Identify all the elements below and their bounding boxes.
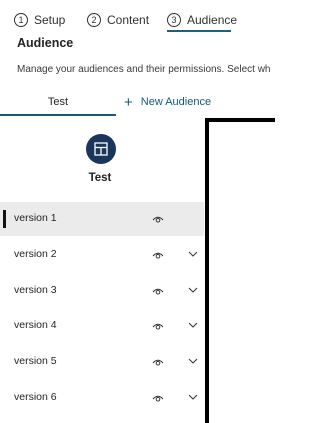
eye-icon[interactable] bbox=[152, 285, 164, 297]
version-label: version 2 bbox=[14, 248, 57, 260]
eye-icon[interactable] bbox=[152, 249, 164, 261]
chevron-down-icon[interactable] bbox=[188, 250, 198, 258]
version-row-6[interactable]: version 6 bbox=[0, 381, 204, 415]
wizard-stepper: 1 Setup 2 Content 3 Audience bbox=[0, 0, 275, 36]
audience-tabs: Test + New Audience bbox=[0, 90, 275, 116]
audience-avatar bbox=[86, 134, 116, 164]
step-number-1: 1 bbox=[14, 13, 28, 27]
audience-panel: Test version 1 version 2 version 3 versi… bbox=[0, 118, 204, 423]
version-label: version 3 bbox=[14, 284, 57, 296]
tab-test[interactable]: Test bbox=[0, 90, 116, 114]
step-audience[interactable]: 3 Audience bbox=[167, 8, 237, 32]
chevron-down-icon[interactable] bbox=[188, 321, 198, 329]
step-content[interactable]: 2 Content bbox=[87, 8, 149, 32]
new-audience-label: New Audience bbox=[140, 96, 212, 108]
active-tab-indicator bbox=[0, 114, 116, 116]
version-row-3[interactable]: version 3 bbox=[0, 274, 204, 308]
version-label: version 4 bbox=[14, 319, 57, 331]
eye-icon[interactable] bbox=[152, 392, 164, 404]
version-row-5[interactable]: version 5 bbox=[0, 345, 204, 379]
page-description: Manage your audiences and their permissi… bbox=[17, 64, 271, 75]
audience-name: Test bbox=[88, 172, 112, 184]
selected-indicator bbox=[3, 210, 6, 228]
chevron-down-icon[interactable] bbox=[188, 393, 198, 401]
preview-pane bbox=[205, 118, 275, 423]
eye-icon[interactable] bbox=[152, 356, 164, 368]
step-label-setup: Setup bbox=[34, 13, 66, 27]
chevron-down-icon[interactable] bbox=[188, 357, 198, 365]
new-audience-button[interactable]: + New Audience bbox=[124, 90, 211, 114]
page-title: Audience bbox=[17, 36, 74, 50]
active-step-indicator bbox=[167, 30, 231, 32]
version-label: version 5 bbox=[14, 355, 57, 367]
chevron-down-icon[interactable] bbox=[188, 286, 198, 294]
layout-grid-icon bbox=[94, 142, 108, 156]
eye-icon[interactable] bbox=[152, 213, 164, 225]
step-number-3: 3 bbox=[167, 13, 181, 27]
version-row-2[interactable]: version 2 bbox=[0, 238, 204, 272]
version-row-1[interactable]: version 1 bbox=[0, 202, 204, 236]
step-label-content: Content bbox=[107, 13, 150, 27]
step-setup[interactable]: 1 Setup bbox=[14, 8, 65, 32]
step-label-audience: Audience bbox=[187, 13, 238, 27]
plus-icon: + bbox=[124, 93, 133, 111]
version-label: version 1 bbox=[14, 212, 57, 224]
version-label: version 6 bbox=[14, 391, 57, 403]
version-row-4[interactable]: version 4 bbox=[0, 309, 204, 343]
step-number-2: 2 bbox=[87, 13, 101, 27]
eye-icon[interactable] bbox=[152, 320, 164, 332]
